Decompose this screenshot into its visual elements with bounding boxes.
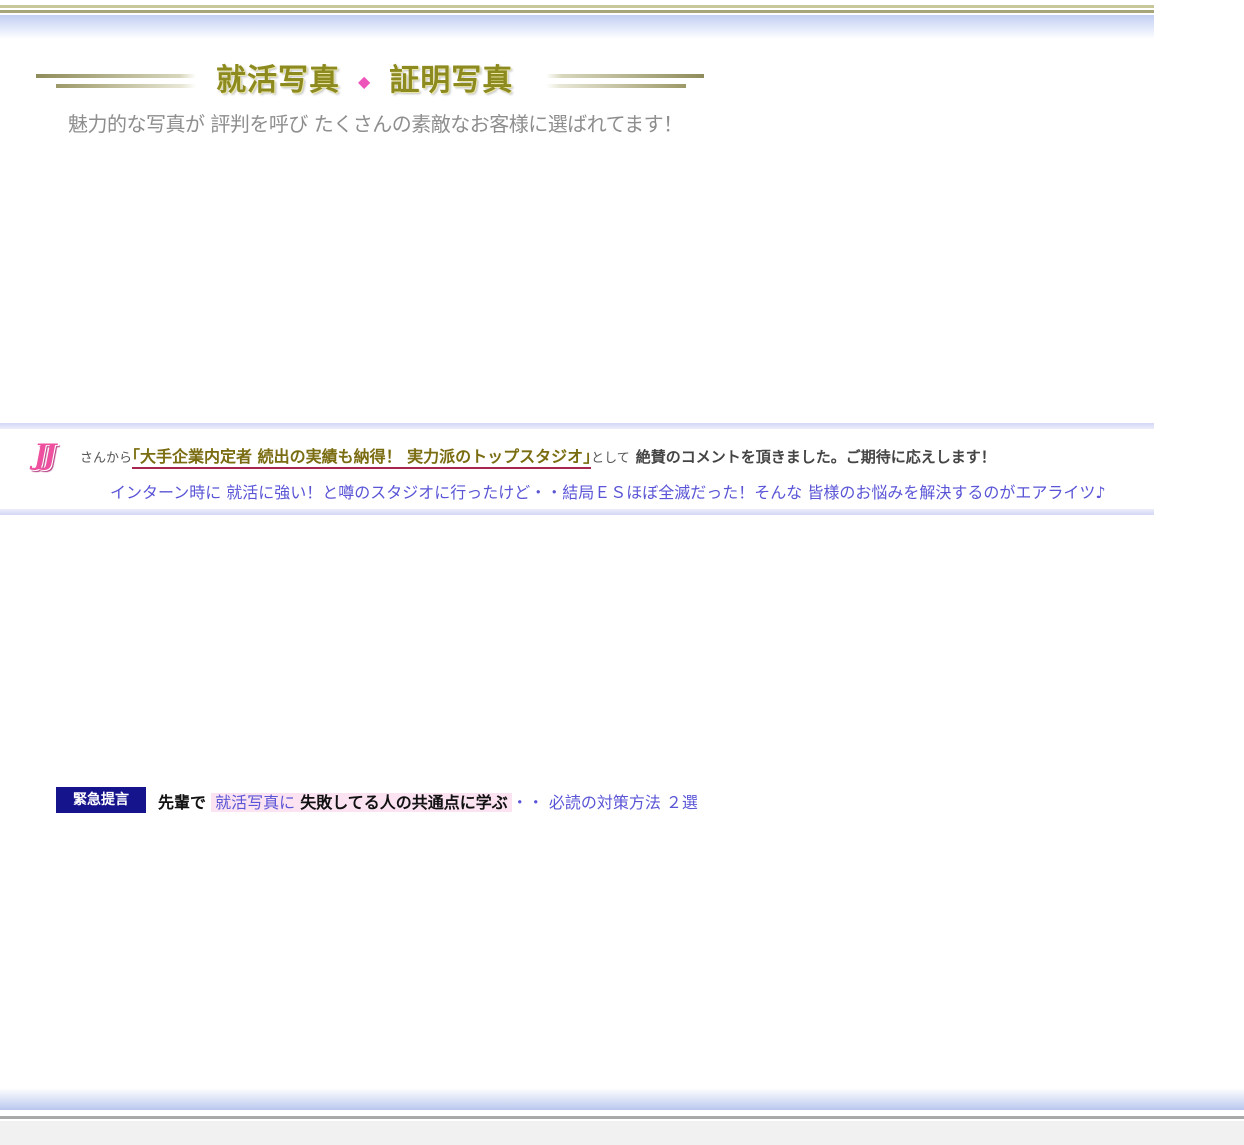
title-ornament-left — [36, 74, 196, 78]
stripe-gradient — [0, 15, 1154, 39]
testimonial-prefix: さんから — [80, 451, 133, 466]
urgent-highlight: 就活写真に 失敗してる人の共通点に学ぶ — [211, 793, 512, 812]
urgent-lead: 先輩で — [158, 793, 207, 812]
title-ornament-right — [546, 74, 704, 78]
section-title: 就活写真 ◆ 証明写真 — [36, 62, 706, 102]
testimonial-suffix: として — [591, 451, 630, 466]
top-decorative-stripes — [0, 0, 1154, 39]
title-part-2: 証明写真 — [389, 63, 514, 98]
jj-logo: JJ — [34, 438, 57, 471]
urgent-text[interactable]: 先輩で 就活写真に 失敗してる人の共通点に学ぶ ・・ 必読の対策方法 ２選 — [158, 789, 698, 813]
footer-fill — [0, 1121, 1244, 1145]
band-border-top — [0, 423, 1154, 429]
page-title: 就活写真 ◆ 証明写真 — [216, 62, 513, 100]
stripe-line-1 — [0, 5, 1154, 8]
page-subtitle: 魅力的な写真が 評判を呼び たくさんの素敵なお客様に選ばれてます！ — [68, 112, 683, 136]
urgent-highlight-blue: 就活写真に — [215, 793, 296, 812]
testimonial-praise: 絶賛のコメントを頂きました。ご期待に応えします！ — [635, 448, 996, 466]
footer-line-1 — [0, 1110, 1244, 1112]
footer-decoration — [0, 1088, 1244, 1145]
testimonial-band: JJ さんから｢大手企業内定者 続出の実績も納得！ 実力派のトップスタジオ｣とし… — [0, 423, 1154, 515]
band-border-bottom — [0, 509, 1154, 515]
testimonial-line-2: インターン時に 就活に強い！と噂のスタジオに行ったけど・・結局ＥＳほぼ全滅だった… — [110, 483, 1106, 502]
testimonial-quote: ｢大手企業内定者 続出の実績も納得！ 実力派のトップスタジオ｣ — [132, 447, 592, 469]
urgent-trail: ・・ 必読の対策方法 ２選 — [511, 793, 698, 812]
footer-line-2 — [0, 1116, 1244, 1119]
testimonial-line-1: さんから｢大手企業内定者 続出の実績も納得！ 実力派のトップスタジオ｣として 絶賛… — [80, 443, 996, 469]
title-ornament-right-2 — [546, 84, 686, 88]
title-ornament-left-2 — [56, 84, 196, 88]
title-part-1: 就活写真 — [216, 63, 340, 98]
stripe-line-2 — [0, 10, 1154, 13]
footer-gradient — [0, 1088, 1244, 1110]
urgent-badge: 緊急提言 — [56, 787, 146, 813]
diamond-icon: ◆ — [358, 71, 372, 91]
urgent-highlight-rest: 失敗してる人の共通点に学ぶ — [300, 793, 508, 812]
